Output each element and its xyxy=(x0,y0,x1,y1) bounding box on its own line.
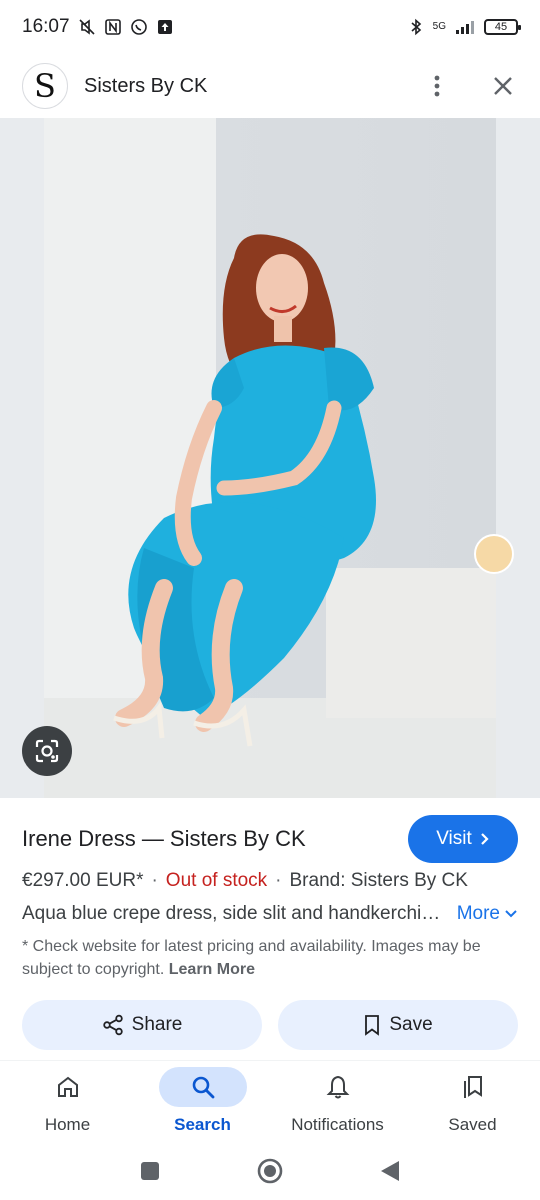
save-label: Save xyxy=(389,1014,433,1035)
system-nav-bar xyxy=(0,1142,540,1200)
back-icon[interactable] xyxy=(376,1157,404,1185)
search-icon xyxy=(192,1076,214,1099)
model-illustration xyxy=(113,234,376,747)
chevron-right-icon xyxy=(481,833,489,845)
side-badge[interactable] xyxy=(474,534,514,574)
product-image[interactable] xyxy=(0,118,540,798)
site-name[interactable]: Sisters By CK xyxy=(84,75,207,98)
nav-notifications-label: Notifications xyxy=(291,1115,384,1134)
nav-home[interactable]: Home xyxy=(0,1061,135,1140)
bell-icon xyxy=(326,1075,349,1099)
signal-icon xyxy=(454,18,476,36)
close-icon[interactable] xyxy=(488,71,518,101)
product-brand: Brand: Sisters By CK xyxy=(289,870,468,891)
home-circle-icon[interactable] xyxy=(256,1157,284,1185)
status-bar: 16:07 5G 45 xyxy=(0,0,540,54)
nav-saved[interactable]: Saved xyxy=(405,1061,540,1140)
home-icon xyxy=(57,1076,78,1097)
nav-saved-label: Saved xyxy=(448,1115,497,1134)
more-vert-icon[interactable] xyxy=(422,71,452,101)
recents-icon[interactable] xyxy=(136,1157,164,1185)
share-icon xyxy=(102,1014,123,1036)
lens-icon[interactable] xyxy=(22,726,72,776)
product-description: Aqua blue crepe dress, side slit and han… xyxy=(22,903,442,924)
mute-vibrate-icon xyxy=(78,18,96,36)
bookmark-icon xyxy=(365,1015,380,1036)
share-label: Share xyxy=(131,1014,183,1035)
battery-indicator: 45 xyxy=(484,19,521,35)
chevron-down-icon xyxy=(505,910,517,918)
site-header: S Sisters By CK xyxy=(0,56,540,116)
nav-search[interactable]: Search xyxy=(135,1061,270,1140)
bottom-nav: Home Search Notifications Saved xyxy=(0,1060,540,1140)
site-avatar[interactable]: S xyxy=(22,63,68,109)
nfc-icon xyxy=(104,18,122,36)
visit-label: Visit xyxy=(436,828,472,849)
visit-button[interactable]: Visit xyxy=(408,815,518,863)
disclaimer: * Check website for latest pricing and a… xyxy=(22,935,512,981)
nav-home-label: Home xyxy=(44,1115,91,1134)
bookmarks-icon xyxy=(463,1076,482,1098)
stock-status: Out of stock xyxy=(165,870,268,891)
upload-icon xyxy=(156,18,174,36)
bluetooth-icon xyxy=(407,18,425,36)
more-label: More xyxy=(456,903,500,924)
whatsapp-icon xyxy=(130,18,148,36)
network-type: 5G xyxy=(432,21,446,32)
product-meta: €297.00 EUR* · Out of stock · Brand: Sisters… xyxy=(22,870,468,891)
nav-search-label: Search xyxy=(174,1115,231,1134)
share-button[interactable]: Share xyxy=(22,1000,262,1050)
learn-more-link[interactable]: Learn More xyxy=(169,961,255,978)
product-price: €297.00 EUR* xyxy=(22,870,144,891)
more-button[interactable]: More xyxy=(457,903,518,925)
nav-notifications[interactable]: Notifications xyxy=(270,1061,405,1140)
product-title[interactable]: Irene Dress — Sisters By CK xyxy=(22,826,306,852)
save-button[interactable]: Save xyxy=(278,1000,518,1050)
status-time: 16:07 xyxy=(22,16,70,37)
